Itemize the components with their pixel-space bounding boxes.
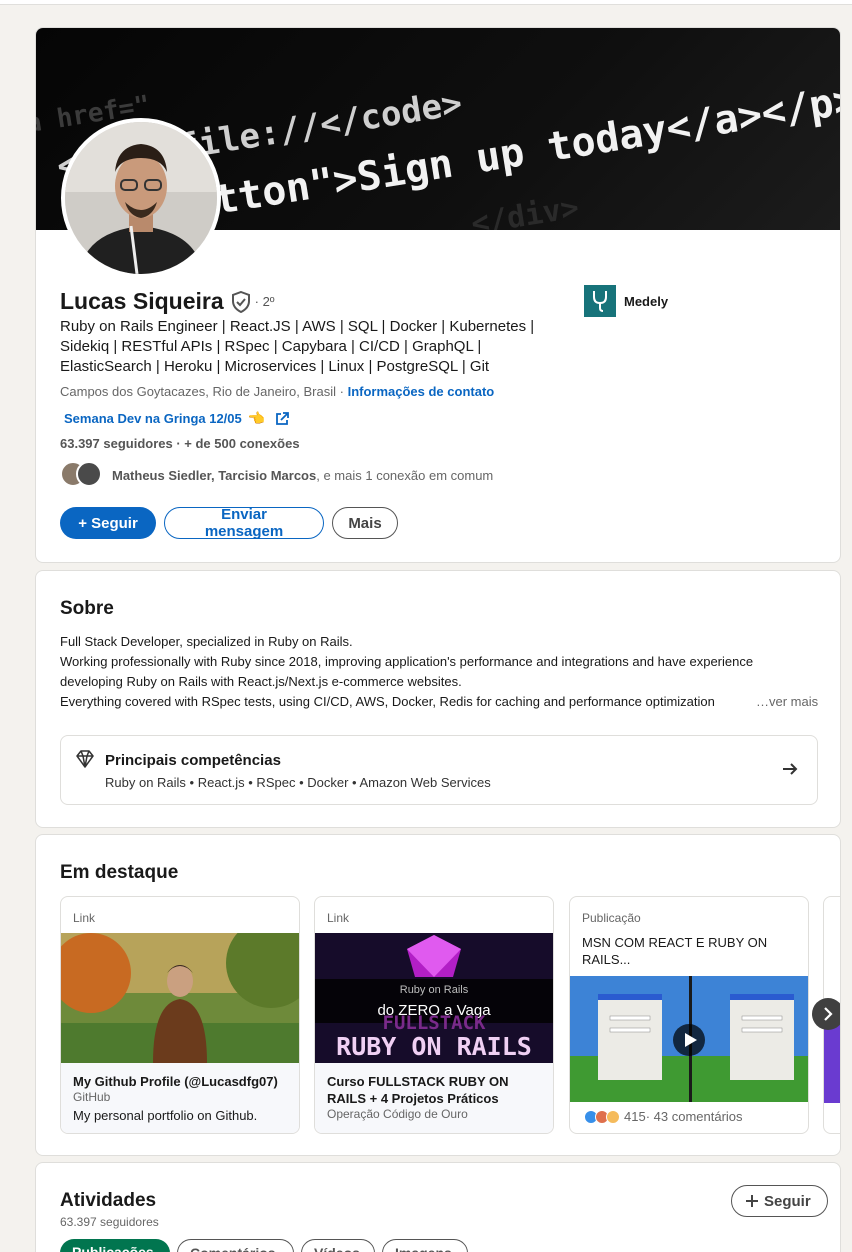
featured-item-description: My personal portfolio on Github. — [73, 1108, 258, 1123]
mutual-rest: , e mais 1 conexão em comum — [316, 467, 494, 483]
about-line-4: Everything covered with RSpec tests, usi… — [60, 694, 715, 709]
featured-item-post[interactable]: Publicação MSN COM REACT E RUBY ON RAILS… — [569, 896, 809, 1134]
featured-item-title: My Github Profile (@Lucasdfg07) — [73, 1074, 278, 1089]
mutual-names: Matheus Siedler, Tarcisio Marcos — [112, 467, 317, 483]
chevron-right-icon — [824, 1007, 833, 1021]
activity-title: Atividades — [60, 1190, 157, 1211]
featured-item-course[interactable]: Link Ruby on Rails do ZERO a Vaga FULLST… — [314, 896, 554, 1134]
insightful-reaction-icon — [606, 1109, 620, 1124]
mutual-avatars — [60, 461, 106, 489]
post-stats[interactable]: 415 · 43 comentários — [584, 1109, 743, 1124]
featured-post-title: MSN COM REACT E RUBY ON RAILS... — [582, 935, 768, 967]
current-company[interactable]: Medely — [584, 285, 668, 317]
external-link-icon[interactable] — [275, 411, 290, 426]
top-skills-title: Principais competências — [105, 752, 281, 769]
about-text: Full Stack Developer, specialized in Rub… — [60, 632, 820, 712]
profile-location: Campos dos Goytacazes, Rio de Janeiro, B… — [60, 384, 337, 399]
featured-type: Publicação — [582, 911, 641, 925]
activity-follow-button[interactable]: Seguir — [731, 1185, 828, 1217]
pill-comments[interactable]: Comentários — [177, 1239, 294, 1252]
contact-info-link[interactable]: Informações de contato — [348, 384, 495, 399]
connections-count[interactable]: · + de 500 conexões — [173, 436, 299, 451]
connection-degree: · 2º — [254, 294, 275, 309]
about-line-3: developing Ruby on Rails with React.js/N… — [60, 674, 462, 689]
featured-title: Em destaque — [60, 862, 179, 883]
followers-count[interactable]: 63.397 seguidores — [60, 436, 173, 451]
about-line-1: Full Stack Developer, specialized in Rub… — [60, 634, 353, 649]
company-name: Medely — [624, 293, 669, 309]
featured-type: Link — [73, 911, 96, 925]
pill-images[interactable]: Imagens — [382, 1239, 468, 1252]
reaction-icons — [584, 1109, 620, 1124]
pointing-hand-icon: 👈 — [247, 410, 266, 426]
top-nav-strip — [0, 0, 852, 5]
top-skills-box[interactable]: Principais competências Ruby on Rails • … — [60, 735, 818, 805]
top-skills-list: Ruby on Rails • React.js • RSpec • Docke… — [105, 775, 491, 790]
activity-follow-label: Seguir — [764, 1192, 811, 1210]
featured-item-github[interactable]: Link My Github Profile (@Lucasdfg07) Git… — [60, 896, 300, 1134]
activity-card: Atividades 63.397 seguidores Seguir Publ… — [35, 1162, 841, 1252]
play-icon[interactable] — [673, 1024, 705, 1056]
about-card: Sobre Full Stack Developer, specialized … — [35, 570, 841, 828]
profile-card: <a href=" <code>file://</code> tton">Sig… — [35, 27, 841, 563]
send-message-button[interactable]: Enviar mensagem — [164, 506, 324, 540]
course-media-line-3: RUBY ON RAILS — [336, 1032, 532, 1061]
activity-followers: 63.397 seguidores — [60, 1215, 159, 1229]
more-button[interactable]: Mais — [332, 507, 398, 539]
medely-logo-icon — [584, 285, 616, 317]
plus-icon — [746, 1195, 758, 1207]
profile-name: Lucas Siqueira — [60, 288, 224, 314]
location-row: Campos dos Goytacazes, Rio de Janeiro, B… — [60, 384, 494, 399]
svg-text:</div>: </div> — [469, 190, 582, 230]
profile-headline: Ruby on Rails Engineer | React.JS | AWS … — [60, 318, 535, 375]
reaction-count: 415 — [624, 1109, 646, 1124]
course-media-line-1: Ruby on Rails — [400, 984, 469, 996]
custom-profile-link[interactable]: Semana Dev na Gringa 12/05 👈 — [64, 410, 290, 427]
featured-type: Link — [327, 911, 350, 925]
pill-posts[interactable]: Publicações — [60, 1239, 170, 1252]
follow-button[interactable]: + Seguir — [60, 507, 156, 539]
custom-link-label[interactable]: Semana Dev na Gringa 12/05 — [64, 411, 242, 426]
carousel-next-button[interactable] — [812, 998, 840, 1030]
mutual-connections[interactable]: Matheus Siedler, Tarcisio Marcos, e mais… — [60, 461, 493, 489]
location-separator: · — [336, 384, 348, 399]
course-media-line-4: FULLSTACK — [383, 1012, 487, 1034]
featured-item-source: Operação Código de Ouro — [327, 1107, 468, 1121]
featured-item-source: GitHub — [73, 1090, 111, 1104]
diamond-icon — [76, 750, 94, 768]
mutual-avatar-2 — [76, 461, 102, 487]
arrow-right-icon[interactable] — [781, 760, 799, 778]
profile-actions: + Seguir Enviar mensagem Mais — [60, 506, 398, 540]
profile-avatar[interactable] — [61, 118, 221, 278]
pill-videos[interactable]: Vídeos — [301, 1239, 375, 1252]
comment-count: · 43 comentários — [645, 1109, 743, 1124]
about-line-2: Working professionally with Ruby since 2… — [60, 654, 754, 669]
about-title: Sobre — [60, 598, 114, 619]
featured-card: Em destaque Link My Github Profile (@Luc… — [35, 834, 841, 1156]
see-more-link[interactable]: …ver mais — [756, 692, 818, 712]
featured-item-title: Curso FULLSTACK RUBY ON RAILS + 4 Projet… — [327, 1074, 509, 1106]
post-video-thumbnail[interactable] — [570, 976, 808, 1102]
featured-photo — [61, 933, 299, 1063]
verified-shield-icon[interactable] — [231, 290, 251, 313]
course-thumbnail: Ruby on Rails do ZERO a Vaga FULLSTACK R… — [315, 933, 553, 1063]
followers-connections-row: 63.397 seguidores · + de 500 conexões — [60, 436, 300, 451]
